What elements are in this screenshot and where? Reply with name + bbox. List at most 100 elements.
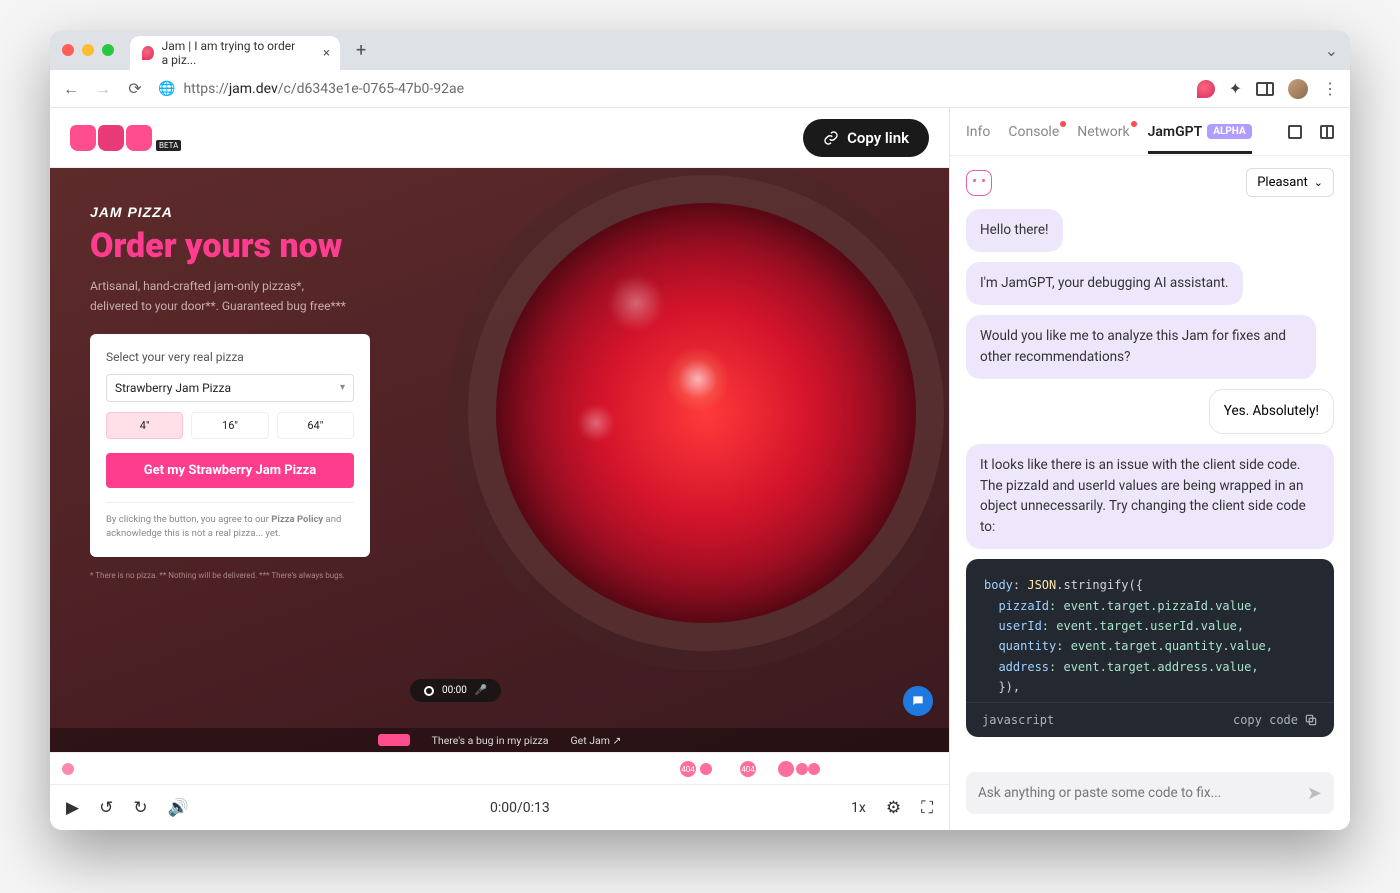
- mic-muted-icon: 🎤: [475, 685, 487, 696]
- alpha-badge: ALPHA: [1207, 124, 1251, 139]
- code-lang: javascript: [982, 713, 1054, 727]
- copy-link-label: Copy link: [847, 129, 909, 147]
- timeline-event[interactable]: [808, 763, 820, 775]
- order-card: Select your very real pizza Strawberry J…: [90, 334, 370, 558]
- timeline-event[interactable]: [796, 763, 808, 775]
- pizza-select[interactable]: Strawberry Jam Pizza ▾: [106, 374, 354, 402]
- tab-network[interactable]: Network: [1077, 124, 1129, 140]
- rewind-button[interactable]: ↺: [99, 798, 113, 818]
- record-icon: [424, 686, 434, 696]
- code-block: body: JSON.stringify({ pizzaId: event.ta…: [966, 559, 1334, 736]
- assistant-message: Hello there!: [966, 209, 1063, 252]
- assistant-message: I'm JamGPT, your debugging AI assistant.: [966, 262, 1243, 305]
- event-timeline[interactable]: 404 404: [50, 752, 949, 784]
- chat-input[interactable]: ➤: [966, 772, 1334, 814]
- jam-mini-logo: [378, 734, 410, 746]
- order-cta-button[interactable]: Get my Strawberry Jam Pizza: [106, 453, 354, 488]
- copy-link-button[interactable]: Copy link: [803, 119, 929, 157]
- tone-value: Pleasant: [1257, 175, 1308, 190]
- chat-input-field[interactable]: [978, 785, 1299, 801]
- extensions-puzzle-icon[interactable]: ✦: [1229, 79, 1242, 98]
- jam-extension-icon[interactable]: [1197, 80, 1215, 98]
- layout-split-icon[interactable]: [1320, 125, 1334, 139]
- sidepanel-icon[interactable]: [1256, 82, 1274, 96]
- hero-subtext: Artisanal, hand-crafted jam-only pizzas*…: [90, 277, 446, 315]
- intercom-launcher[interactable]: [903, 686, 933, 716]
- copy-icon: [1304, 713, 1318, 727]
- assistant-message: It looks like there is an issue with the…: [966, 444, 1334, 550]
- user-message: Yes. Absolutely!: [1209, 389, 1334, 434]
- code-content: body: JSON.stringify({ pizzaId: event.ta…: [966, 559, 1334, 701]
- browser-window: Jam | I am trying to order a piz... × + …: [50, 30, 1350, 830]
- jampizza-brand: JAM PIZZA: [90, 204, 446, 220]
- notification-dot: [1060, 121, 1066, 127]
- timeline-event[interactable]: [778, 761, 794, 777]
- new-tab-button[interactable]: +: [356, 40, 366, 61]
- settings-gear-icon[interactable]: ⚙: [886, 798, 901, 818]
- size-option-4[interactable]: 4": [106, 412, 183, 439]
- tone-row: Pleasant ⌄: [950, 156, 1350, 209]
- playback-speed[interactable]: 1x: [851, 800, 866, 816]
- footer-msg: There's a bug in my pizza: [432, 734, 549, 747]
- hero-heading: Order yours now: [90, 228, 446, 265]
- player-controls: ▶ ↺ ↻ 🔊 0:00/0:13 1x ⚙ ⛶: [50, 784, 949, 830]
- reload-icon[interactable]: ⟳: [126, 79, 144, 98]
- url-prefix: https://: [183, 81, 228, 97]
- chat-icon: [911, 694, 925, 708]
- globe-icon: 🌐: [158, 81, 175, 97]
- code-footer: javascript copy code: [966, 702, 1334, 737]
- beta-badge: BETA: [156, 140, 181, 151]
- kebab-menu-icon[interactable]: ⋮: [1322, 79, 1338, 98]
- strawberry-icon: [142, 46, 154, 60]
- recording-viewport[interactable]: JAM PIZZA Order yours now Artisanal, han…: [50, 168, 949, 752]
- size-option-64[interactable]: 64": [277, 412, 354, 439]
- copy-code-button[interactable]: copy code: [1233, 713, 1318, 727]
- timeline-404-marker[interactable]: 404: [680, 761, 696, 777]
- chevron-down-icon: ▾: [340, 382, 345, 393]
- tab-info[interactable]: Info: [966, 124, 990, 140]
- recorded-page-footer: There's a bug in my pizza Get Jam ↗: [50, 728, 949, 752]
- tone-select[interactable]: Pleasant ⌄: [1246, 168, 1334, 197]
- timeline-event[interactable]: [700, 763, 712, 775]
- timeline-404-marker[interactable]: 404: [740, 761, 756, 777]
- policy-note: By clicking the button, you agree to our…: [106, 502, 354, 542]
- recording-pane: BETA Copy link JAM PIZZA Order yours now…: [50, 108, 950, 830]
- close-window-button[interactable]: [62, 44, 74, 56]
- record-time: 00:00: [442, 685, 467, 696]
- page-content: BETA Copy link JAM PIZZA Order yours now…: [50, 108, 1350, 830]
- layout-single-icon[interactable]: [1288, 125, 1302, 139]
- volume-button[interactable]: 🔊: [168, 798, 189, 818]
- panel-tabs: Info Console Network JamGPT ALPHA: [950, 108, 1350, 156]
- footnotes: * There is no pizza. ** Nothing will be …: [90, 571, 446, 580]
- url-host: jam.dev: [229, 81, 278, 97]
- close-tab-icon[interactable]: ×: [323, 46, 330, 61]
- tab-console[interactable]: Console: [1008, 124, 1059, 140]
- tab-jamgpt[interactable]: JamGPT ALPHA: [1148, 124, 1252, 140]
- extension-icons: ✦ ⋮: [1197, 79, 1338, 99]
- minimize-window-button[interactable]: [82, 44, 94, 56]
- tab-title: Jam | I am trying to order a piz...: [162, 39, 304, 67]
- timeline-event[interactable]: [62, 763, 74, 775]
- size-options: 4" 16" 64": [106, 412, 354, 439]
- address-bar[interactable]: 🌐 https://jam.dev/c/d6343e1e-0765-47b0-9…: [158, 81, 1183, 97]
- forward-icon: →: [94, 79, 112, 99]
- side-panel: Info Console Network JamGPT ALPHA Pleasa…: [950, 108, 1350, 830]
- playback-time: 0:00/0:13: [209, 800, 831, 816]
- play-button[interactable]: ▶: [66, 798, 79, 818]
- profile-avatar[interactable]: [1288, 79, 1308, 99]
- fullscreen-icon[interactable]: ⛶: [921, 798, 933, 818]
- forward-button[interactable]: ↻: [133, 798, 147, 818]
- strawberry-face-icon: [966, 170, 992, 196]
- size-option-16[interactable]: 16": [191, 412, 268, 439]
- browser-toolbar: ← → ⟳ 🌐 https://jam.dev/c/d6343e1e-0765-…: [50, 70, 1350, 108]
- recording-indicator: 00:00 🎤: [410, 679, 501, 702]
- back-icon[interactable]: ←: [62, 79, 80, 99]
- notification-dot: [1131, 121, 1137, 127]
- footer-link[interactable]: Get Jam ↗: [570, 734, 621, 747]
- jam-logo[interactable]: BETA: [70, 125, 181, 151]
- pizza-image: [446, 168, 949, 752]
- browser-tab[interactable]: Jam | I am trying to order a piz... ×: [130, 36, 340, 70]
- chevron-down-icon[interactable]: ⌄: [1325, 41, 1338, 60]
- maximize-window-button[interactable]: [102, 44, 114, 56]
- send-icon[interactable]: ➤: [1307, 783, 1322, 804]
